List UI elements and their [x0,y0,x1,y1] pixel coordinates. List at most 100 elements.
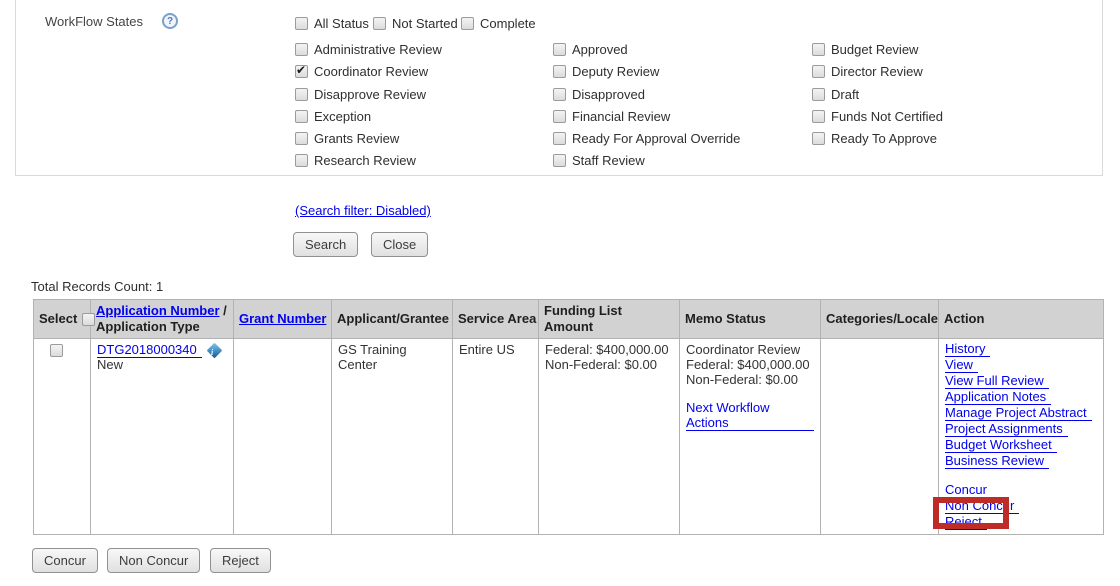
workflow-search-page: WorkFlow States ? All Status Not Started… [0,0,1120,586]
total-records-count: Total Records Count: 1 [31,279,164,294]
checkbox-complete[interactable] [461,17,474,30]
applicant-cell: GS Training Center [331,338,453,535]
state-option-director-review: Director Review [812,64,923,79]
status-option-complete: Complete [461,16,536,31]
status-option-not-started: Not Started [373,16,458,31]
checkbox-label: Administrative Review [314,42,442,57]
search-button[interactable]: Search [293,232,359,257]
state-option-draft: Draft [812,87,859,102]
history-link[interactable]: History [945,342,991,357]
funding-header-line1: Funding List [544,303,622,318]
manage-project-abstract-link[interactable]: Manage Project Abstract [945,406,1092,421]
application-cell: DTG2018000340 i New [90,338,234,535]
checkbox-ready-for-approval-override[interactable] [553,132,566,145]
checkbox-label: Disapprove Review [314,87,426,102]
help-icon[interactable]: ? [162,13,178,29]
select-header-label: Select [39,311,78,326]
memo-status-cell: Coordinator Review Federal: $400,000.00 … [679,338,821,535]
application-number-link[interactable]: DTG2018000340 [97,342,202,358]
checkbox-ready-to-approve[interactable] [812,132,825,145]
checkbox-coordinator-review[interactable] [295,63,308,78]
checkbox-approved[interactable] [553,43,566,56]
row-select-checkbox[interactable] [50,344,63,357]
checkbox-label: All Status [314,16,369,31]
grant-number-cell [233,338,332,535]
grant-number-sort-link[interactable]: Grant Number [239,311,326,326]
checkbox-director-review[interactable] [812,65,825,78]
info-diamond-icon[interactable]: i [206,342,223,359]
budget-worksheet-link[interactable]: Budget Worksheet [945,438,1057,453]
checkbox-draft[interactable] [812,88,825,101]
workflow-states-label: WorkFlow States [45,14,144,29]
search-filter-link[interactable]: (Search filter: Disabled) [295,203,431,218]
checkbox-label: Disapproved [572,87,645,102]
checkbox-staff-review[interactable] [553,154,566,167]
checkbox-label: Deputy Review [572,64,660,79]
checkbox-budget-review[interactable] [812,43,825,56]
close-button[interactable]: Close [371,232,429,257]
column-header-action: Action [938,299,1104,339]
checkbox-label: Complete [480,16,536,31]
column-header-funding: Funding List Amount [538,299,680,339]
service-area-cell: Entire US [452,338,539,535]
checkbox-disapprove-review[interactable] [295,88,308,101]
checkbox-label: Staff Review [572,153,645,168]
select-cell [33,338,91,535]
funding-header-line2: Amount [544,319,594,334]
concur-button[interactable]: Concur [32,548,98,573]
checkbox-all-status[interactable] [295,17,308,30]
state-option-staff-review: Staff Review [553,153,645,168]
header-separator: / [219,303,227,318]
checkbox-label: Budget Review [831,42,919,57]
state-option-coordinator-review: Coordinator Review [295,63,429,79]
view-full-review-link[interactable]: View Full Review [945,374,1049,389]
checkbox-label: Draft [831,87,860,102]
checkbox-administrative-review[interactable] [295,43,308,56]
next-workflow-actions-link[interactable]: Next Workflow Actions [686,400,814,431]
memo-federal: Federal: $400,000.00 [686,357,810,372]
checkbox-disapproved[interactable] [553,88,566,101]
checkbox-label: Not Started [392,16,458,31]
funding-cell: Federal: $400,000.00 Non-Federal: $0.00 [538,338,680,535]
state-option-financial-review: Financial Review [553,109,670,124]
checkbox-label: Approved [572,42,628,57]
state-option-exception: Exception [295,109,371,124]
checkbox-research-review[interactable] [295,154,308,167]
checkbox-label: Coordinator Review [314,64,429,79]
column-header-select: Select [33,299,96,339]
column-header-memo-status: Memo Status [679,299,821,339]
state-option-administrative-review: Administrative Review [295,42,442,57]
column-header-service-area: Service Area [452,299,539,339]
application-notes-link[interactable]: Application Notes [945,390,1052,405]
project-assignments-link[interactable]: Project Assignments [945,422,1068,437]
annotation-reject-highlight [933,497,1009,529]
checkbox-label: Director Review [831,64,923,79]
checkbox-funds-not-certified[interactable] [812,110,825,123]
concur-link[interactable]: Concur [945,483,992,498]
non-concur-button[interactable]: Non Concur [107,548,201,573]
column-header-application: Application Number / Application Type [90,299,234,339]
column-header-grant-number: Grant Number [233,299,332,339]
application-number-sort-link[interactable]: Application Number [96,303,220,318]
checkbox-label: Research Review [314,153,416,168]
checkbox-deputy-review[interactable] [553,65,566,78]
state-option-deputy-review: Deputy Review [553,64,659,79]
checkbox-label: Grants Review [314,131,400,146]
memo-status-line: Coordinator Review [686,342,801,357]
checkbox-exception[interactable] [295,110,308,123]
checkbox-not-started[interactable] [373,17,386,30]
state-option-disapprove-review: Disapprove Review [295,87,426,102]
table-header-row: Select Application Number / Application … [33,299,1104,339]
status-option-all-status: All Status [295,16,369,31]
checkbox-financial-review[interactable] [553,110,566,123]
checkbox-label: Funds Not Certified [831,109,943,124]
memo-nonfederal: Non-Federal: $0.00 [686,372,799,387]
view-link[interactable]: View [945,358,978,373]
select-all-checkbox[interactable] [82,312,96,326]
checkbox-grants-review[interactable] [295,132,308,145]
business-review-link[interactable]: Business Review [945,454,1049,469]
checkbox-label: Financial Review [572,109,671,124]
reject-button[interactable]: Reject [210,548,271,573]
state-option-ready-to-approve: Ready To Approve [812,131,937,146]
column-header-applicant: Applicant/Grantee [331,299,453,339]
